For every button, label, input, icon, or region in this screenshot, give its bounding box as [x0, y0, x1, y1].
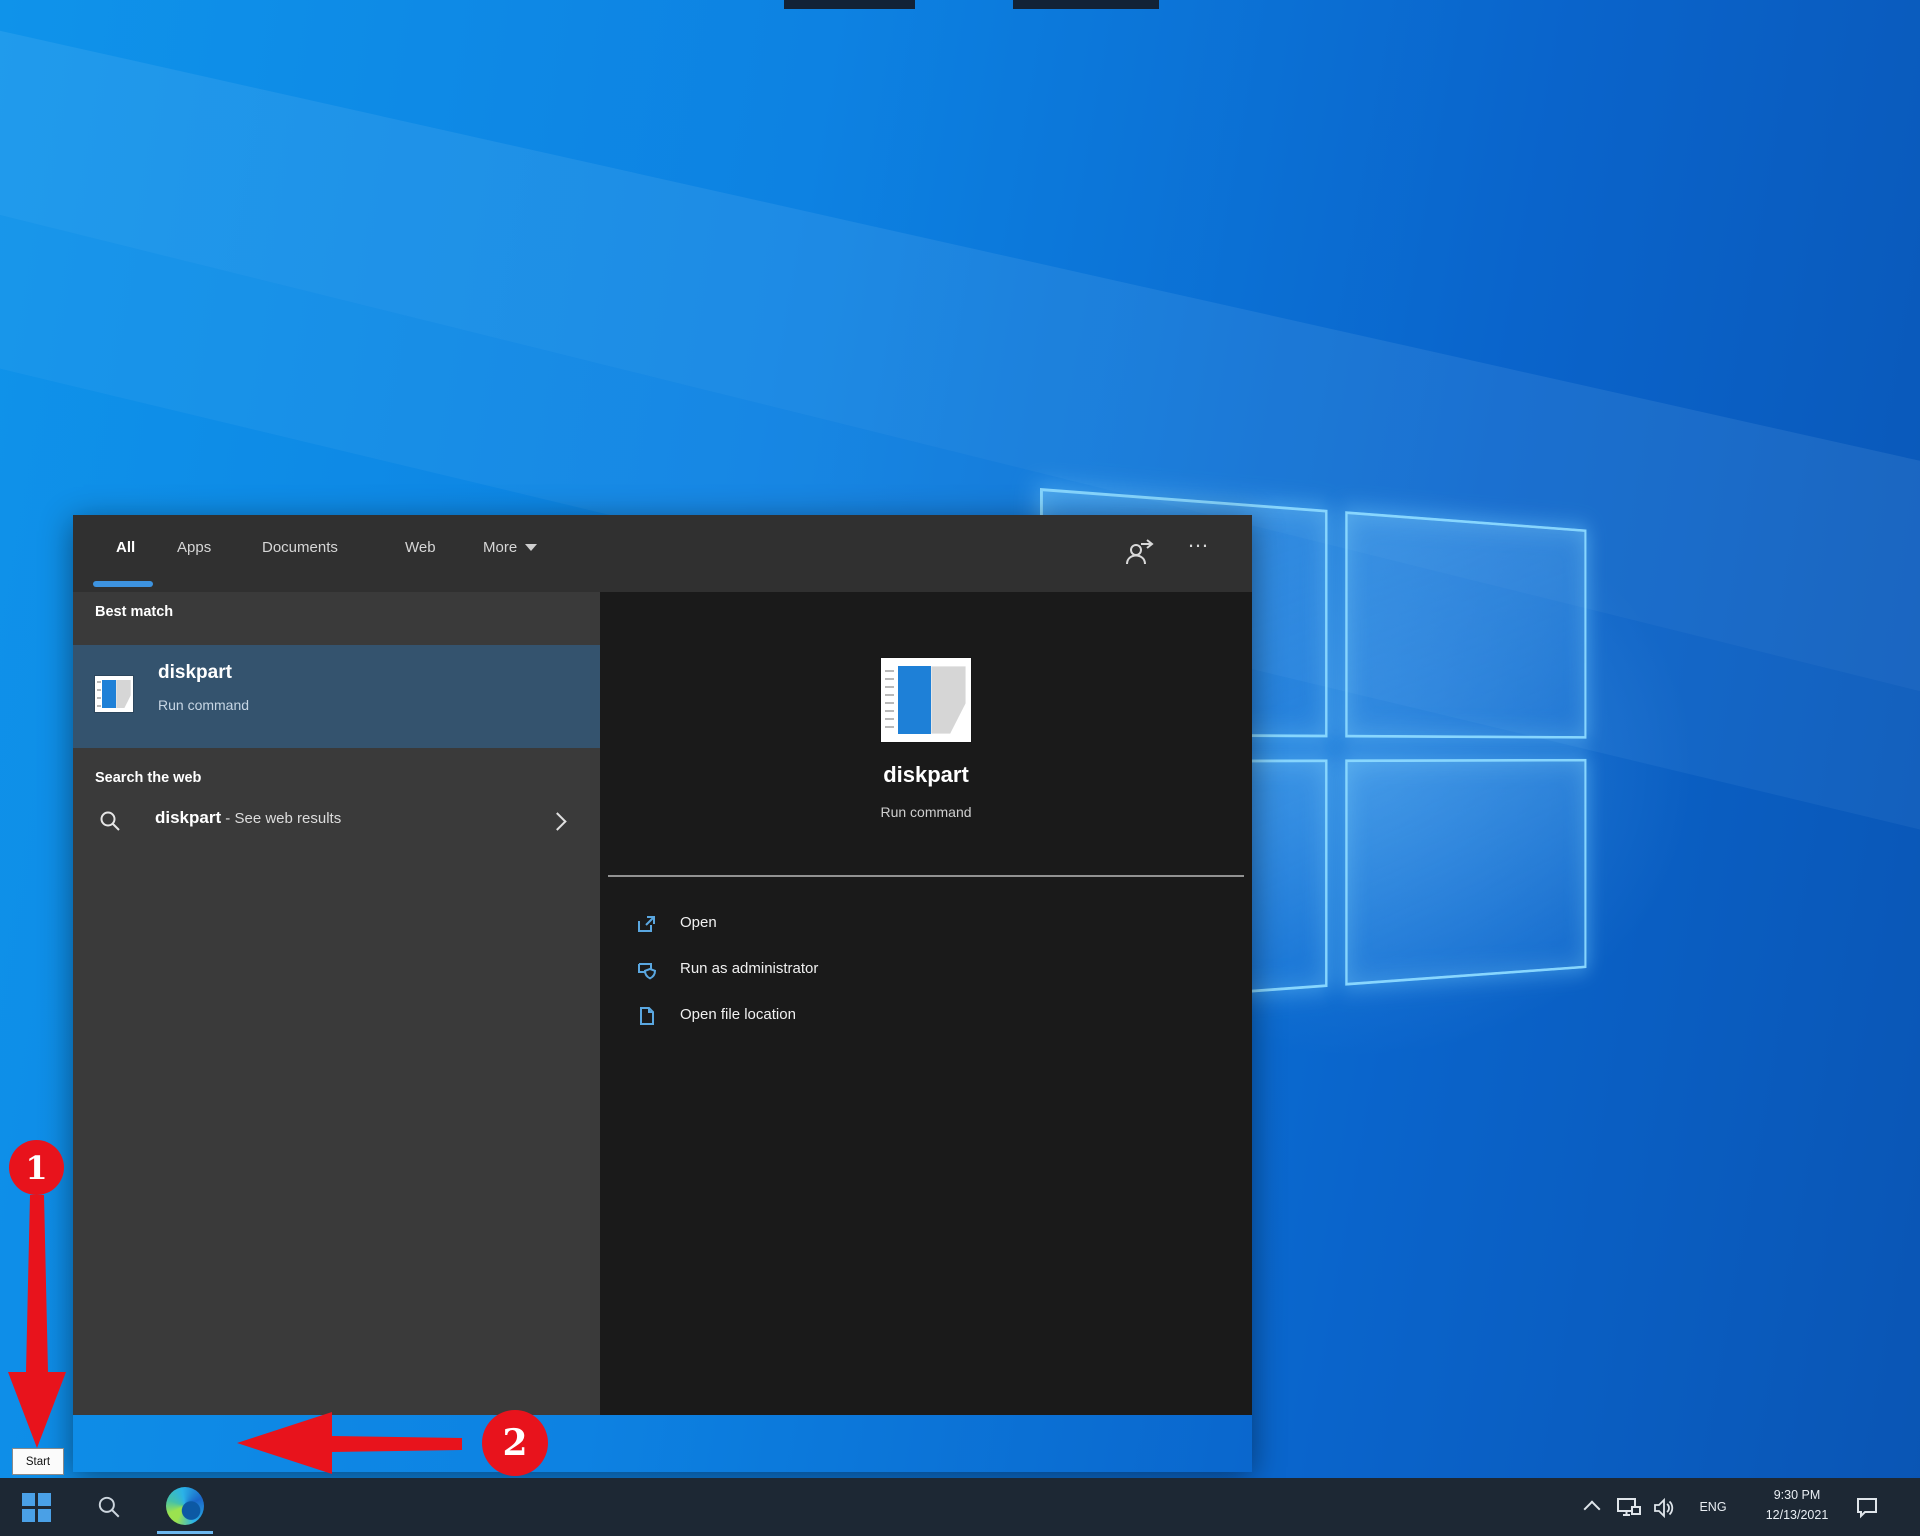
tray-language[interactable]: ENG: [1690, 1500, 1736, 1514]
section-best-match: Best match: [95, 604, 173, 620]
top-dark-strip: [784, 0, 915, 9]
running-app-indicator: [157, 1531, 213, 1534]
result-title: diskpart: [158, 662, 232, 684]
result-preview-pane: diskpart Run command Open Run as adminis…: [600, 592, 1252, 1415]
annotation-step-1-badge: 1: [9, 1140, 64, 1195]
run-as-administrator-icon: [637, 960, 657, 980]
logo-pane: [1345, 759, 1586, 986]
action-run-as-administrator[interactable]: Run as administrator: [600, 948, 1252, 994]
windows-logo-icon: [22, 1493, 51, 1522]
action-label: Open: [680, 914, 717, 931]
more-options-icon[interactable]: …: [1187, 527, 1211, 553]
web-search-result[interactable]: diskpart - See web results: [73, 792, 600, 852]
web-result-query: diskpart: [155, 808, 221, 827]
edge-icon: [166, 1487, 204, 1525]
start-button[interactable]: [0, 1478, 74, 1536]
search-results-column: Best match diskpart Run command Search t…: [73, 592, 600, 1415]
diskpart-app-icon: [95, 676, 133, 712]
top-dark-strip: [1013, 0, 1159, 9]
preview-divider: [608, 875, 1244, 877]
desktop-screen: All Apps Documents Web More … Best match: [0, 0, 1920, 1536]
section-search-the-web: Search the web: [95, 770, 201, 786]
action-center-icon[interactable]: [1854, 1495, 1880, 1521]
search-icon: [96, 1494, 122, 1520]
tab-documents[interactable]: Documents: [262, 539, 338, 556]
preview-title: diskpart: [600, 762, 1252, 788]
edge-browser-button[interactable]: [152, 1478, 218, 1536]
preview-subtitle: Run command: [600, 804, 1252, 820]
tab-more[interactable]: More: [483, 539, 537, 556]
action-open[interactable]: Open: [600, 902, 1252, 948]
chevron-right-icon: [548, 812, 566, 830]
result-subtitle: Run command: [158, 697, 249, 713]
search-icon: [98, 809, 122, 833]
sign-in-icon[interactable]: [1123, 536, 1155, 568]
open-icon: [637, 914, 657, 934]
action-label: Open file location: [680, 1006, 796, 1023]
annotation-step-2-badge: 2: [482, 1410, 548, 1476]
open-file-location-icon: [637, 1006, 657, 1026]
action-open-file-location[interactable]: Open file location: [600, 994, 1252, 1040]
web-result-suffix: - See web results: [221, 810, 341, 827]
tray-time: 9:30 PM: [1752, 1488, 1842, 1502]
active-tab-indicator: [93, 581, 153, 587]
chevron-down-icon: [525, 544, 537, 551]
tab-apps[interactable]: Apps: [177, 539, 211, 556]
volume-icon[interactable]: [1652, 1496, 1676, 1520]
start-search-panel: All Apps Documents Web More … Best match: [73, 515, 1252, 1472]
action-label: Run as administrator: [680, 960, 818, 977]
annotation-arrow-left: [230, 1400, 470, 1490]
tab-all[interactable]: All: [116, 539, 135, 556]
tray-date: 12/13/2021: [1752, 1508, 1842, 1522]
best-match-result-diskpart[interactable]: diskpart Run command: [73, 645, 600, 748]
diskpart-app-icon-large: [881, 658, 971, 742]
tab-web[interactable]: Web: [405, 539, 436, 556]
network-icon[interactable]: [1616, 1496, 1642, 1520]
logo-pane: [1345, 511, 1586, 738]
tab-more-label: More: [483, 539, 517, 556]
taskbar-search-button[interactable]: [84, 1478, 134, 1536]
tray-chevron-up-icon[interactable]: [1584, 1501, 1601, 1518]
annotation-arrow-down: [0, 1190, 80, 1460]
search-filter-tabbar: All Apps Documents Web More …: [73, 515, 1252, 592]
